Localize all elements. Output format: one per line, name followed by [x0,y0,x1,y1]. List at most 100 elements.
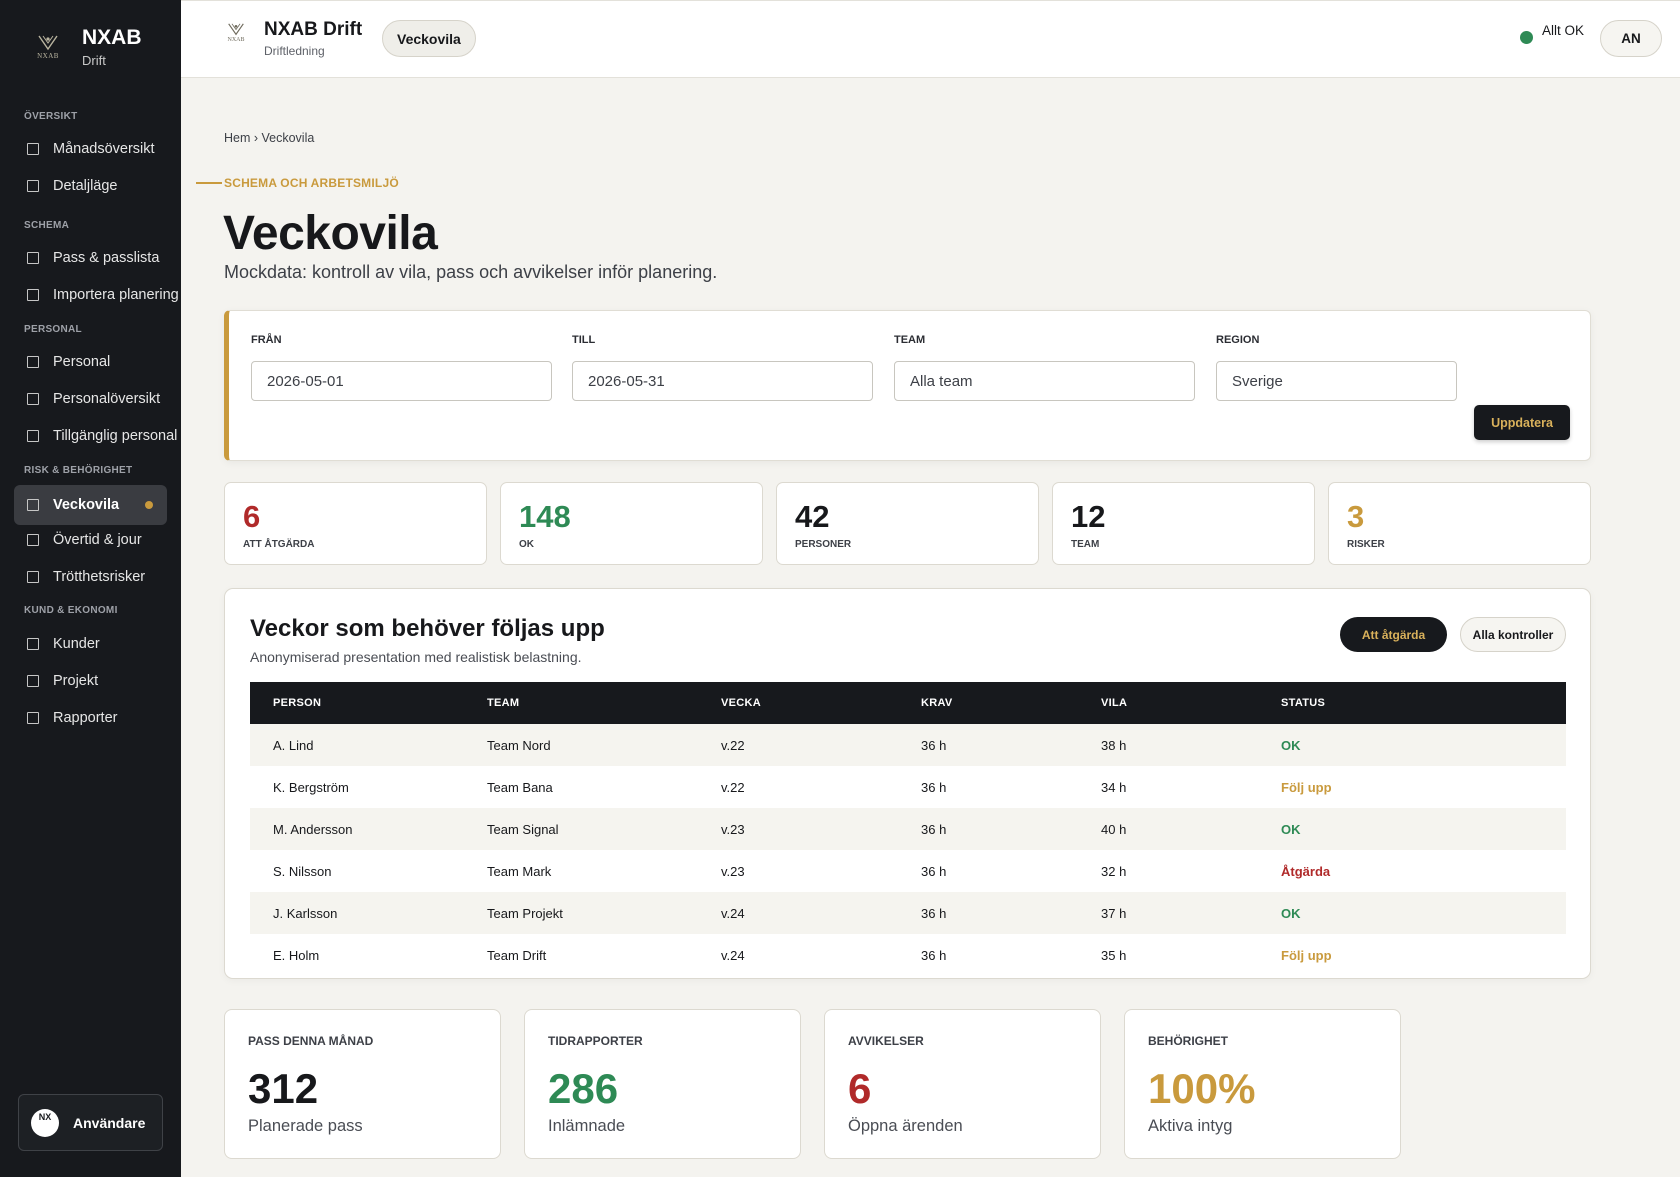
stat-avvikelser: AVVIKELSER 6 Öppna ärenden [824,1009,1101,1159]
cell-rest: 38 h [1101,737,1127,753]
brand-name: NXAB [82,26,142,49]
sidebar-item-overtid[interactable]: Övertid & jour [14,520,167,560]
col-krav[interactable]: KRAV [921,682,1101,724]
from-label: FRÅN [251,334,282,346]
checkbox-icon [27,430,39,442]
kpi-label: OK [519,539,534,550]
stat-sub: Planerade pass [248,1117,363,1135]
kpi-risker: 3 RISKER [1328,482,1591,565]
filter-alla-kontroller-button[interactable]: Alla kontroller [1460,617,1566,652]
checkbox-icon [27,356,39,368]
cell-person: M. Andersson [273,821,353,837]
current-page-pill[interactable]: Veckovila [382,20,476,57]
topbar-logo[interactable]: NXAB [223,23,249,51]
checkbox-icon [27,143,39,155]
system-status: Allt OK [1542,23,1585,38]
sidebar-item-label: Personalöversikt [53,391,161,407]
filter-att-atgarda-button[interactable]: Att åtgärda [1340,617,1447,652]
sidebar-item-pass[interactable]: Pass & passlista [14,238,167,278]
sidebar-item-label: Pass & passlista [53,250,160,266]
sidebar-item-personaloversikt[interactable]: Personalöversikt [14,379,167,419]
table-row[interactable]: A. Lind Team Nord v.22 36 h 38 h OK [250,724,1566,766]
region-select[interactable]: Sverige [1216,361,1457,401]
table-row[interactable]: S. Nilsson Team Mark v.23 36 h 32 h Åtgärda [250,850,1566,892]
user-avatar-button[interactable]: AN [1600,20,1662,57]
checkbox-icon [27,393,39,405]
table-row[interactable]: M. Andersson Team Signal v.23 36 h 40 h OK [250,808,1566,850]
sidebar-item-trotthet[interactable]: Trötthetsrisker [14,557,167,597]
col-team[interactable]: TEAM [487,682,721,724]
breadcrumb[interactable]: Hem › Veckovila [224,131,314,145]
cell-week: v.24 [721,947,745,963]
table-row[interactable]: E. Holm Team Drift v.24 36 h 35 h Följ upp [250,934,1566,976]
cell-team: Team Drift [487,947,547,963]
cell-week: v.22 [721,737,745,753]
stat-label: AVVIKELSER [848,1034,924,1048]
brand[interactable]: NXAB NXAB Drift [28,26,142,68]
user-card[interactable]: NX Användare [18,1094,163,1151]
sidebar-item-rapporter[interactable]: Rapporter [14,698,167,738]
cell-status: Åtgärda [1281,863,1331,879]
followup-table-card: Veckor som behöver följas upp Anonymiser… [224,588,1591,979]
sidebar-item-label: Tillgänglig personal [53,428,178,444]
cell-team: Team Mark [487,863,552,879]
checkbox-icon [27,252,39,264]
checkbox-icon [27,499,39,511]
brand-logo-text: NXAB [37,51,59,60]
active-dot-icon [145,501,153,509]
kpi-label: ATT ÅTGÄRDA [243,539,315,550]
col-vecka[interactable]: VECKA [721,682,921,724]
cell-person: J. Karlsson [273,905,338,921]
sidebar-item-manadsoversikt[interactable]: Månadsöversikt [14,129,167,169]
table-header-row: PERSON TEAM VECKA KRAV VILA STATUS [250,682,1566,724]
team-select[interactable]: Alla team [894,361,1195,401]
team-label: TEAM [894,334,926,346]
kpi-value: 148 [519,499,571,534]
sidebar-item-detaljlage[interactable]: Detaljläge [14,166,167,206]
sidebar-item-kunder[interactable]: Kunder [14,624,167,664]
page-title: Veckovila [223,207,438,260]
cell-status: Följ upp [1281,947,1332,963]
table-title: Veckor som behöver följas upp [250,615,605,642]
stat-value: 6 [848,1065,872,1112]
sidebar-item-tillganglig[interactable]: Tillgänglig personal [14,416,177,456]
update-button[interactable]: Uppdatera [1474,405,1570,440]
brand-sub: Drift [82,53,106,68]
sidebar-item-projekt[interactable]: Projekt [14,661,167,701]
stat-label: TIDRAPPORTER [548,1034,643,1048]
checkbox-icon [27,638,39,650]
user-name: Användare [73,1114,146,1131]
cell-team: Team Nord [487,737,551,753]
sidebar-item-label: Projekt [53,673,99,689]
table-row[interactable]: K. Bergström Team Bana v.22 36 h 34 h Följ up… [250,766,1566,808]
stat-sub: Öppna ärenden [848,1117,963,1135]
sidebar-item-label: Veckovila [53,497,120,513]
to-date-input[interactable]: 2026-05-31 [572,361,873,401]
stat-pass: PASS DENNA MÅNAD 312 Planerade pass [224,1009,501,1159]
checkbox-icon [27,289,39,301]
sidebar-item-importera[interactable]: Importera planering [14,275,179,315]
col-status[interactable]: STATUS [1281,682,1566,724]
section-eyebrow: SCHEMA OCH ARBETSMILJÖ [196,176,399,190]
cell-rest: 35 h [1101,947,1127,963]
table-subtitle: Anonymiserad presentation med realistisk… [250,649,582,665]
table-row[interactable]: J. Karlsson Team Projekt v.24 36 h 37 h OK [250,892,1566,934]
stat-label: BEHÖRIGHET [1148,1034,1229,1048]
col-vila[interactable]: VILA [1101,682,1281,724]
from-date-input[interactable]: 2026-05-01 [251,361,552,401]
nav-section-oversikt: ÖVERSIKT [24,111,78,122]
sidebar-item-personal[interactable]: Personal [14,342,167,382]
cell-req: 36 h [921,737,947,753]
brand-logo: NXAB [28,27,68,67]
crest-icon [228,23,244,36]
cell-rest: 37 h [1101,905,1127,921]
nav-section-risk: RISK & BEHÖRIGHET [24,465,133,476]
kpi-personer: 42 PERSONER [776,482,1039,565]
checkbox-icon [27,675,39,687]
checkbox-icon [27,534,39,546]
sidebar-item-veckovila[interactable]: Veckovila [14,485,167,525]
crest-icon [38,35,58,50]
nav-section-personal: PERSONAL [24,324,82,335]
col-person[interactable]: PERSON [250,682,487,724]
cell-person: E. Holm [273,947,320,963]
